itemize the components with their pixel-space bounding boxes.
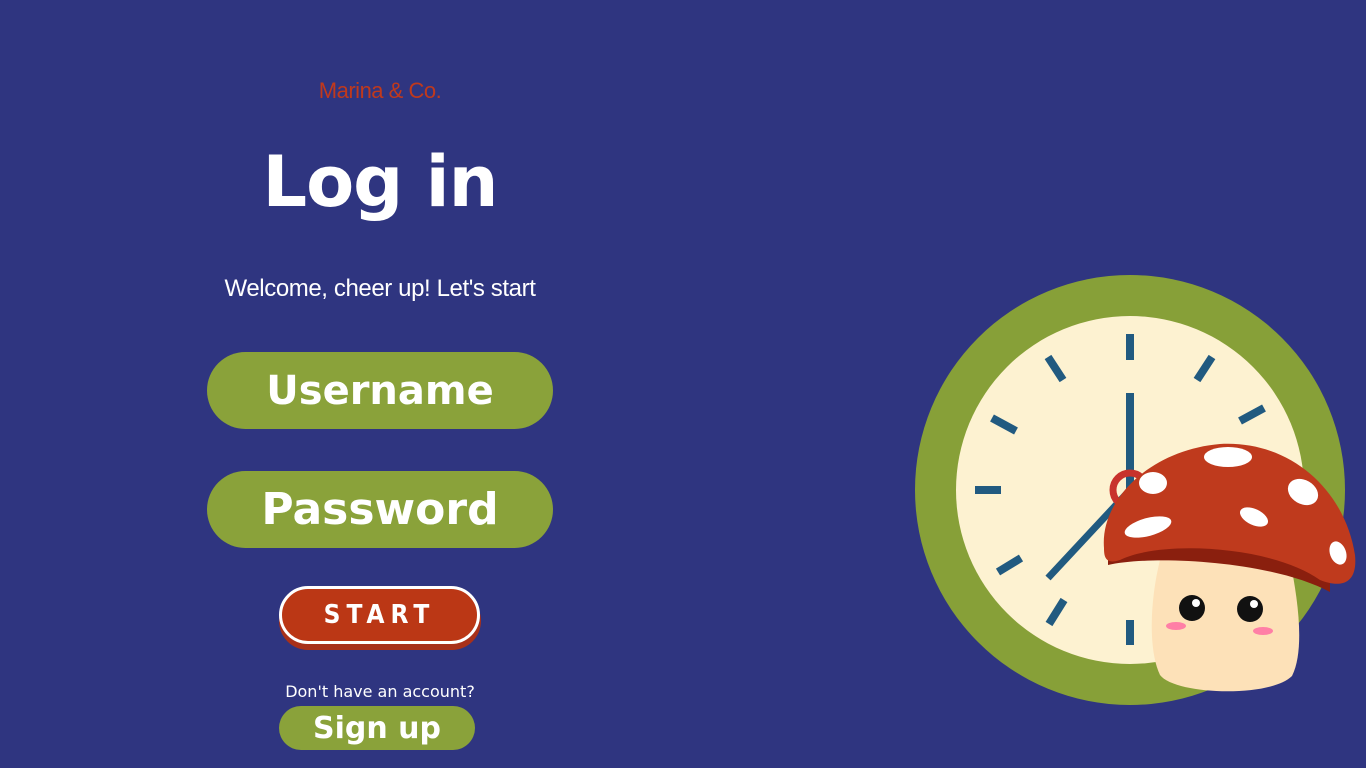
signup-button[interactable]: Sign up [279, 706, 475, 750]
start-button[interactable]: START [279, 586, 480, 644]
brand-logo-text: Marina & Co. [318, 78, 442, 103]
username-field[interactable]: Username [207, 352, 553, 429]
illustration-svg [915, 275, 1356, 705]
clock-mushroom-illustration [900, 265, 1366, 719]
page-title: Log in [262, 141, 498, 223]
password-field[interactable]: Password [207, 471, 553, 548]
welcome-subtitle: Welcome, cheer up! Let's start [224, 275, 536, 302]
signup-prompt: Don't have an account? [285, 682, 475, 701]
